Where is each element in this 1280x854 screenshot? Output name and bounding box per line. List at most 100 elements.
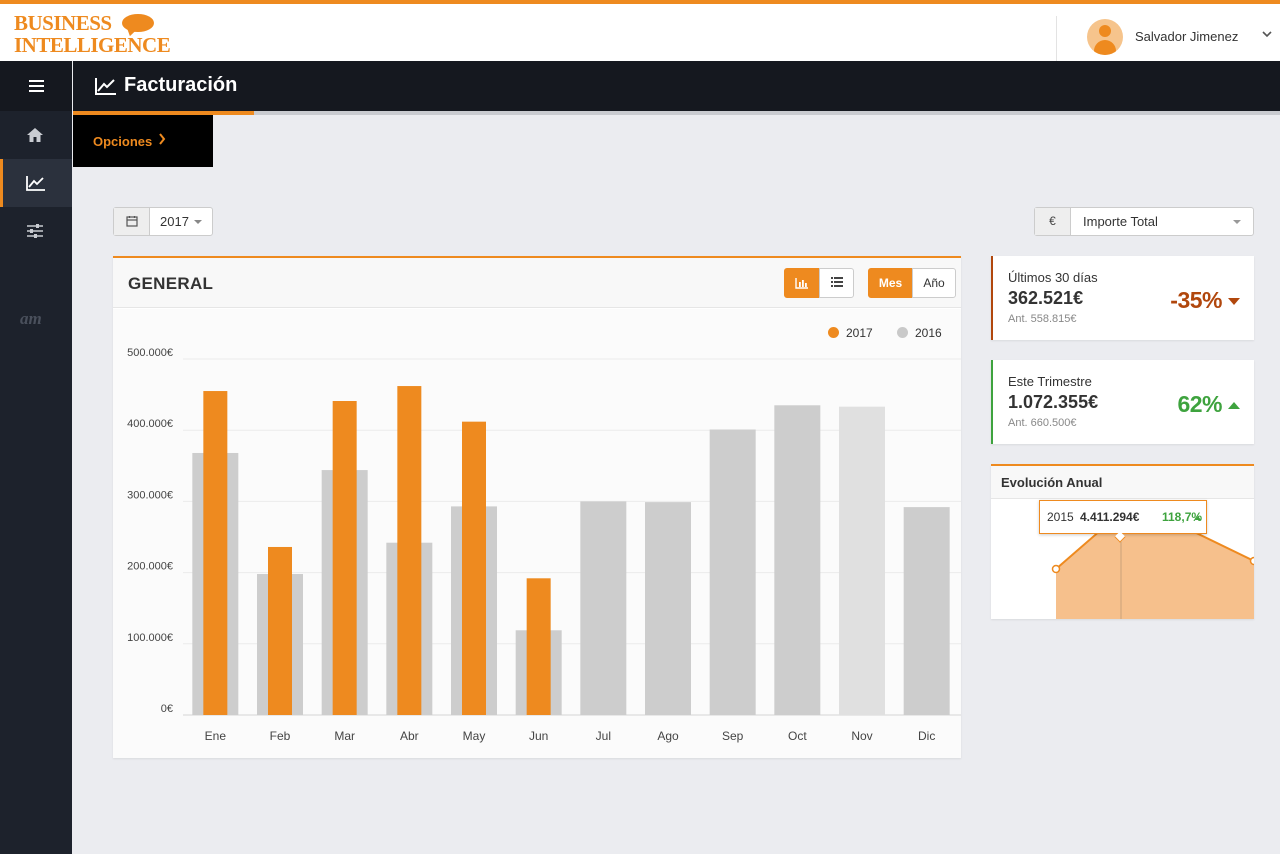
kpi-card-30-days: Últimos 30 días 362.521€ Ant. 558.815€ -… [991, 256, 1254, 340]
kpi-previous: Ant. 558.815€ [1008, 313, 1077, 325]
x-tick-label: Jul [596, 729, 611, 743]
chart-area: 2017 2016 0€ 100.000€ 200.000€ 300.000€ 400.… [113, 309, 961, 758]
calendar-icon [126, 216, 138, 227]
panel-title: GENERAL [128, 274, 214, 293]
kpi-value: 362.521€ [1008, 288, 1084, 308]
avatar-body [1094, 40, 1116, 55]
kpi-accent-bar [991, 360, 993, 444]
menu-toggle-button[interactable] [0, 61, 72, 111]
sliders-icon [27, 224, 43, 238]
x-tick-label: Abr [400, 729, 419, 743]
kpi-label: Este Trimestre [1008, 374, 1092, 389]
caret-down-icon [194, 220, 202, 224]
evolution-tooltip: 2015 4.411.294€ 118,7% [1039, 500, 1207, 543]
chart-line-icon [95, 78, 116, 95]
bar-2016 [774, 405, 821, 715]
sidebar-item-home[interactable] [0, 111, 72, 159]
y-tick-label: 300.000€ [127, 489, 173, 501]
caret-up-icon [1195, 516, 1201, 520]
evolution-title: Evolución Anual [1001, 475, 1103, 490]
avatar-head [1099, 25, 1111, 37]
caret-down-icon [1228, 298, 1240, 305]
home-icon [27, 128, 43, 142]
title-bar: Facturación [73, 61, 1280, 111]
month-toggle-button[interactable]: Mes [868, 268, 913, 298]
bar-chart: 0€ 100.000€ 200.000€ 300.000€ 400.000€ 500.00… [127, 347, 961, 743]
caret-up-icon [1228, 402, 1240, 409]
x-tick-label: Nov [851, 729, 872, 743]
kpi-change: -35% [1170, 287, 1222, 313]
divider [1056, 16, 1057, 61]
kpi-card-quarter: Este Trimestre 1.072.355€ Ant. 660.500€ … [991, 360, 1254, 444]
general-panel: GENERAL Mes Año 2017 2016 0€ 100.000€ 200.… [113, 256, 961, 758]
bar-chart-view-button[interactable] [784, 268, 820, 298]
bar-2017 [268, 546, 292, 715]
sidebar: am [0, 61, 72, 854]
tooltip-value: 4.411.294€ [1080, 510, 1140, 524]
bar-2017 [397, 386, 422, 715]
bar-2016 [903, 507, 950, 715]
options-label: Opciones [93, 134, 153, 149]
chevron-down-icon[interactable] [1262, 26, 1272, 41]
x-tick-label: Ene [205, 729, 227, 743]
calendar-addon [114, 208, 150, 235]
kpi-accent-bar [991, 256, 993, 340]
page-title: Facturación [124, 74, 238, 96]
sidebar-item-facturacion[interactable] [0, 159, 72, 207]
x-tick-label: Dic [918, 729, 935, 743]
avatar[interactable] [1087, 19, 1123, 55]
bar-chart-icon [795, 278, 808, 289]
year-value: 2017 [160, 214, 189, 229]
brand-line-2: INTELLIGENCE [14, 33, 171, 57]
chevron-right-icon [158, 132, 166, 149]
bar-2016 [580, 501, 627, 715]
speech-bubble-icon [122, 14, 154, 32]
top-header: BUSINESS INTELLIGENCE Salvador Jimenez [0, 4, 1280, 61]
bar-2017 [526, 578, 551, 715]
bar-2016 [839, 406, 885, 715]
year-select[interactable]: 2017 [113, 207, 213, 236]
caret-down-icon [1233, 220, 1241, 224]
brand-mark: am [20, 309, 42, 328]
bar-2017 [462, 421, 486, 715]
x-tick-label: Feb [270, 729, 291, 743]
chart-line-icon [26, 176, 45, 191]
y-tick-label: 200.000€ [127, 561, 173, 573]
x-tick-label: Sep [722, 729, 744, 743]
x-tick-label: Mar [334, 729, 355, 743]
data-point [1051, 564, 1061, 574]
kpi-change: 62% [1177, 391, 1222, 417]
x-tick-label: Jun [529, 729, 548, 743]
brand-logo[interactable]: BUSINESS INTELLIGENCE [14, 12, 174, 58]
bar-2017 [332, 401, 357, 715]
data-point [1249, 556, 1254, 566]
y-tick-label: 100.000€ [127, 632, 173, 644]
metric-value: Importe Total [1083, 214, 1158, 229]
user-name[interactable]: Salvador Jimenez [1135, 29, 1238, 44]
tab-underline [73, 111, 1280, 115]
sidebar-item-settings[interactable] [0, 207, 72, 255]
hamburger-icon [29, 80, 44, 92]
y-tick-label: 0€ [161, 703, 173, 715]
metric-select[interactable]: € Importe Total [1034, 207, 1254, 236]
currency-addon: € [1035, 208, 1071, 235]
options-button[interactable]: Opciones [73, 115, 213, 167]
kpi-previous: Ant. 660.500€ [1008, 417, 1077, 429]
tooltip-year: 2015 [1047, 510, 1074, 524]
year-toggle-button[interactable]: Año [912, 268, 956, 298]
list-icon [830, 277, 843, 287]
bar-2017 [203, 391, 228, 715]
list-view-button[interactable] [819, 268, 854, 298]
bar-2016 [645, 502, 691, 715]
evolution-card: Evolución Anual 2015 4.411.294€ 118,7% [991, 464, 1254, 619]
bar-2016 [709, 429, 756, 715]
y-tick-label: 500.000€ [127, 347, 173, 359]
kpi-label: Últimos 30 días [1008, 270, 1098, 285]
x-tick-label: Ago [657, 729, 679, 743]
panel-header: GENERAL Mes Año [113, 258, 961, 308]
y-tick-label: 400.000€ [127, 418, 173, 430]
x-tick-label: May [463, 729, 486, 743]
evolution-header: Evolución Anual [991, 466, 1254, 499]
x-tick-label: Oct [788, 729, 807, 743]
kpi-value: 1.072.355€ [1008, 392, 1099, 412]
